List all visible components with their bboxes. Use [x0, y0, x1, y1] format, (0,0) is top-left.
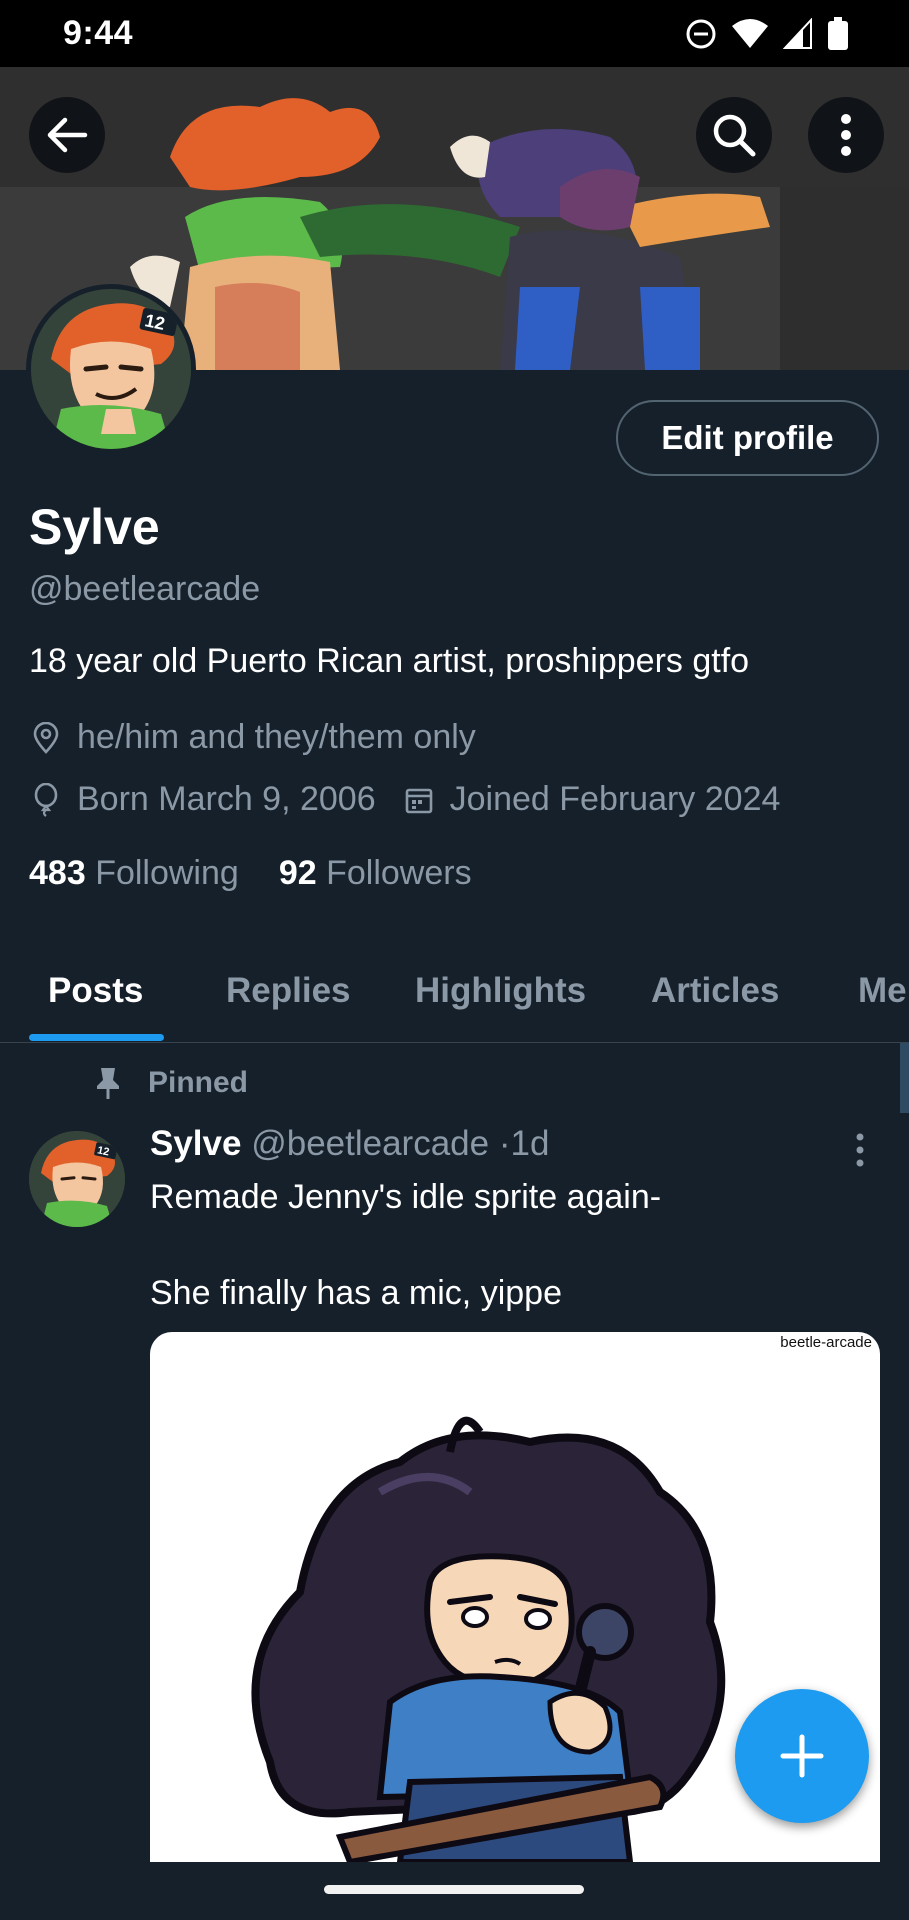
post-time: 1d: [510, 1124, 550, 1163]
arrow-left-icon: [47, 117, 88, 153]
post-text-line-1: Remade Jenny's idle sprite again-: [150, 1178, 662, 1216]
post-avatar-image: 12: [29, 1131, 125, 1227]
profile-tabs: Posts Replies Highlights Articles Me: [0, 955, 909, 1043]
pinned-indicator: Pinned: [92, 1066, 248, 1100]
profile-handle: @beetlearcade: [29, 570, 261, 608]
tab-replies[interactable]: Replies: [226, 971, 351, 1011]
following-link[interactable]: 483 Following: [29, 854, 239, 893]
location-pin-icon: [29, 721, 63, 755]
post-header: Sylve @beetlearcade ·1d: [150, 1124, 549, 1164]
post-author-handle: @beetlearcade: [251, 1124, 490, 1163]
tab-posts[interactable]: Posts: [48, 971, 143, 1011]
wifi-icon: [732, 19, 768, 48]
balloon-icon: [29, 782, 63, 817]
profile-location-row: he/him and they/them only: [29, 718, 476, 757]
search-button[interactable]: [696, 97, 772, 173]
post-more-button[interactable]: [852, 1132, 868, 1168]
status-bar: 9:44: [0, 0, 909, 67]
post-avatar-badge: 12: [96, 1144, 110, 1158]
status-time: 9:44: [63, 14, 134, 52]
profile-joined: Joined February 2024: [449, 780, 781, 818]
followers-count: 92: [278, 854, 317, 892]
profile-stats: 483 Following 92 Followers: [29, 854, 472, 893]
plus-icon: [780, 1734, 824, 1778]
avatar-badge: 12: [143, 310, 167, 334]
do-not-disturb-icon: [686, 19, 716, 49]
edit-profile-button[interactable]: Edit profile: [616, 400, 879, 476]
profile-display-name: Sylve: [29, 499, 160, 555]
calendar-icon: [402, 783, 436, 817]
pin-icon: [92, 1066, 124, 1100]
following-label: Following: [95, 854, 239, 892]
profile-location: he/him and they/them only: [77, 718, 476, 756]
cell-signal-icon: [783, 18, 812, 49]
search-icon: [713, 114, 756, 157]
profile-dates-row: Born March 9, 2006 Joined February 2024: [29, 780, 780, 819]
scroll-indicator: [900, 1043, 909, 1113]
pinned-label: Pinned: [148, 1066, 249, 1099]
tab-articles[interactable]: Articles: [651, 971, 779, 1011]
battery-icon: [828, 17, 848, 50]
post-author-name[interactable]: Sylve: [150, 1124, 241, 1163]
more-vertical-icon: [841, 114, 851, 156]
avatar-image: 12: [31, 289, 191, 449]
more-options-button[interactable]: [808, 97, 884, 173]
post-text-line-2: She finally has a mic, yippe: [150, 1274, 562, 1312]
profile-avatar[interactable]: 12: [26, 284, 196, 454]
back-button[interactable]: [29, 97, 105, 173]
image-watermark: beetle-arcade: [780, 1334, 872, 1351]
post-author-avatar[interactable]: 12: [29, 1131, 125, 1227]
gesture-nav-handle[interactable]: [324, 1885, 584, 1894]
profile-birthday: Born March 9, 2006: [77, 780, 376, 818]
profile-bio: 18 year old Puerto Rican artist, proship…: [29, 642, 750, 680]
tab-highlights[interactable]: Highlights: [415, 971, 586, 1011]
status-icons: [685, 14, 849, 54]
profile-screen: 9:44 12 Edit profile Sylve @beetlearcade…: [0, 0, 909, 1920]
following-count: 483: [29, 854, 86, 892]
post-text: Remade Jenny's idle sprite again- She fi…: [150, 1173, 661, 1317]
compose-post-button[interactable]: [735, 1689, 869, 1823]
more-vertical-icon: [856, 1133, 864, 1167]
followers-link[interactable]: 92 Followers: [279, 854, 472, 893]
post-separator: ·: [498, 1124, 511, 1163]
active-tab-indicator: [29, 1034, 164, 1041]
tab-media[interactable]: Me: [858, 971, 907, 1011]
followers-label: Followers: [326, 854, 472, 892]
